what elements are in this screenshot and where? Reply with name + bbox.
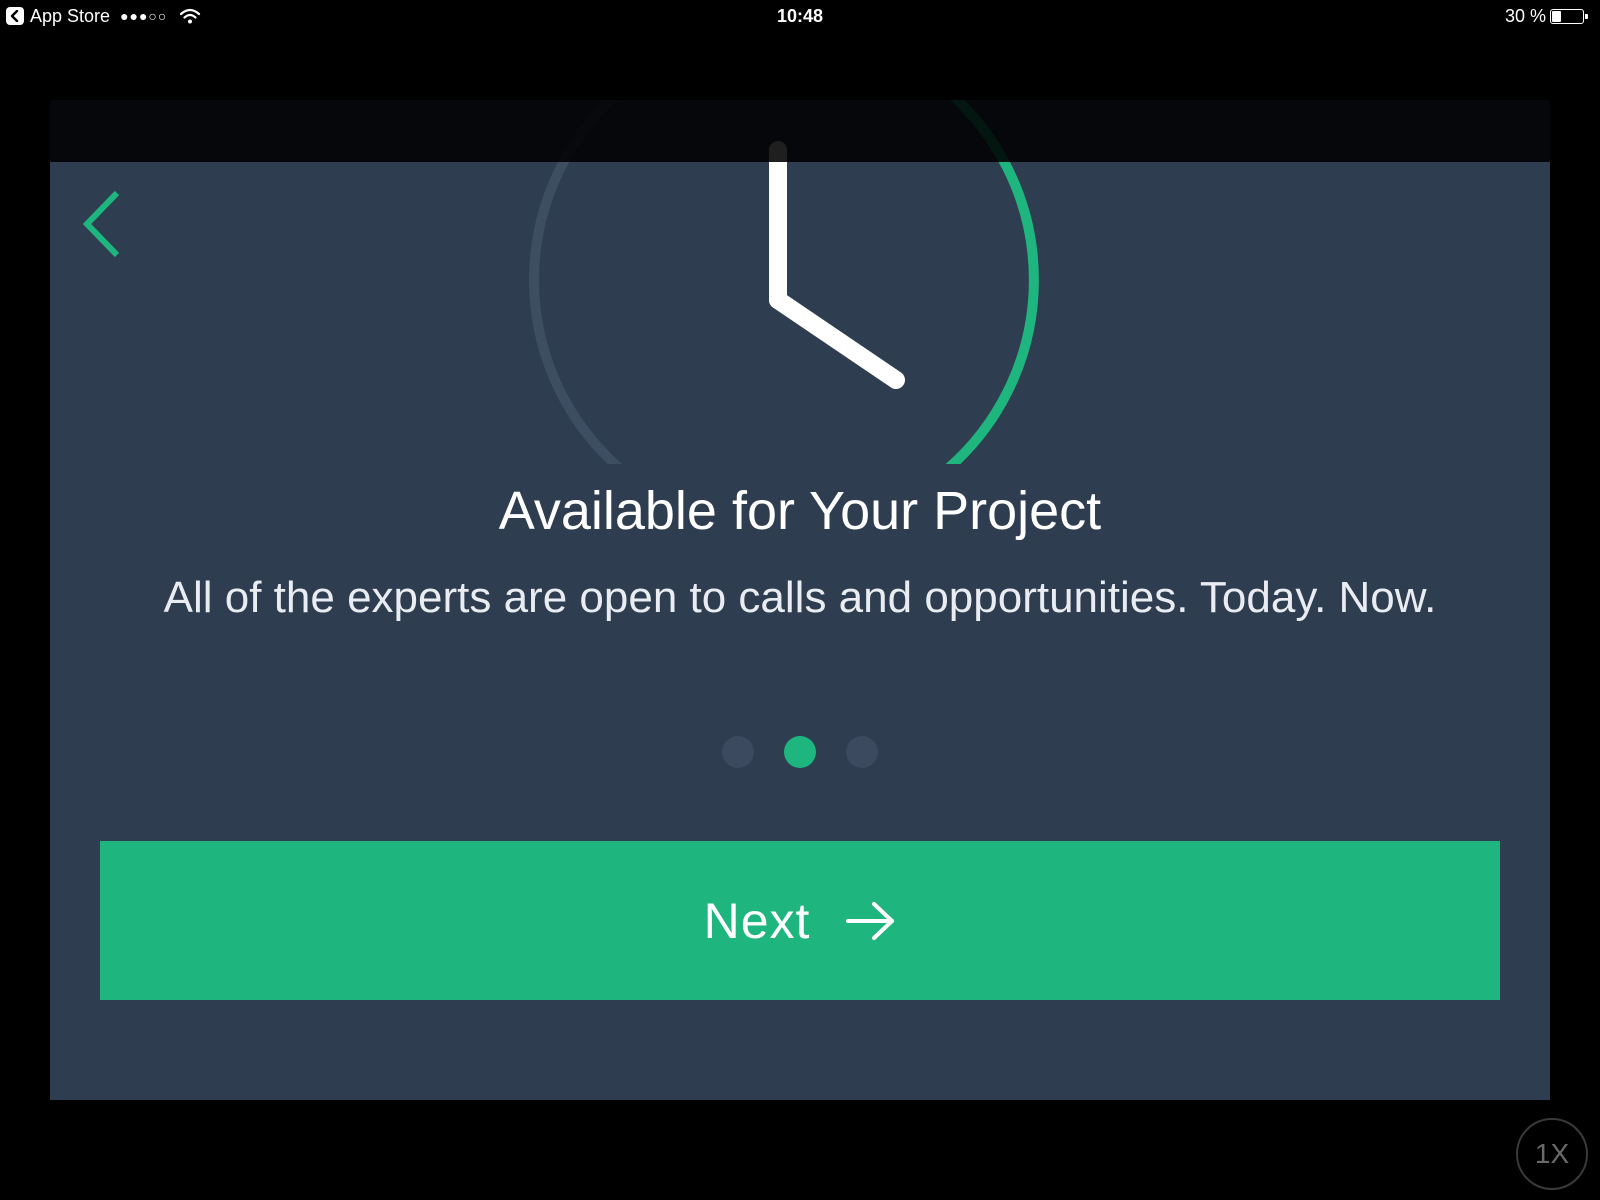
back-to-app-label[interactable]: App Store (30, 6, 110, 27)
next-button-label: Next (703, 892, 811, 949)
top-overlay-band (50, 100, 1550, 162)
zoom-level-button[interactable]: 1X (1516, 1118, 1588, 1190)
onboarding-screen: Available for Your Project All of the ex… (50, 100, 1550, 1100)
battery-percent: 30 % (1504, 5, 1546, 26)
page-dot[interactable] (846, 736, 878, 768)
battery-cap (1585, 13, 1588, 19)
arrow-right-icon (846, 901, 896, 941)
page-indicator (50, 736, 1550, 768)
status-right: 30 % (1505, 6, 1600, 27)
wifi-icon (179, 8, 201, 24)
onboarding-description: All of the experts are open to calls and… (163, 573, 1437, 622)
battery-icon (1550, 8, 1588, 24)
status-bar: App Store ●●●○○ 10:48 30 % (0, 0, 1600, 32)
battery-level-fill (1552, 10, 1561, 22)
page-dot[interactable] (784, 736, 816, 768)
status-left: App Store ●●●○○ (0, 6, 201, 27)
status-time: 10:48 (776, 5, 824, 26)
cellular-signal-icon: ●●●○○ (120, 8, 168, 24)
back-button[interactable] (72, 182, 132, 266)
page-dot[interactable] (722, 736, 754, 768)
back-to-app-icon[interactable] (6, 7, 24, 25)
next-button[interactable]: Next (100, 841, 1500, 1000)
chevron-left-icon (82, 190, 120, 258)
onboarding-title: Available for Your Project (498, 481, 1102, 541)
